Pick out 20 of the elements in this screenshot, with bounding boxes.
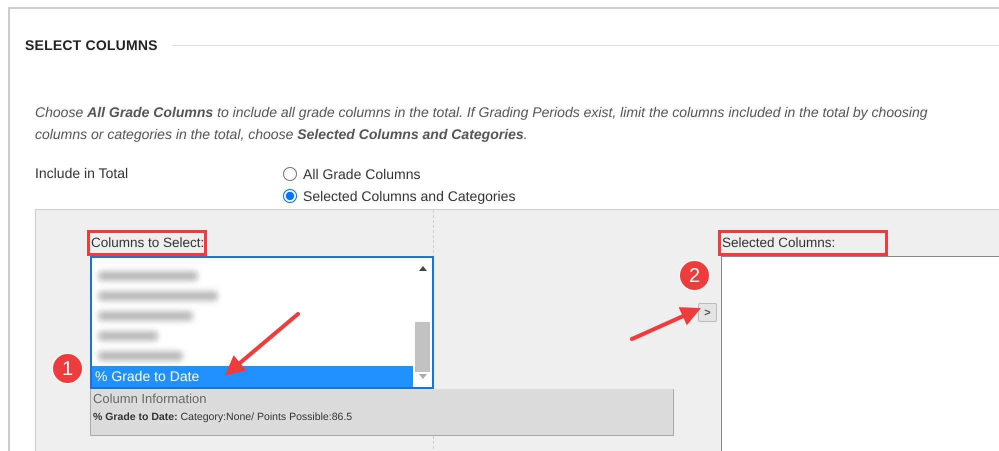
list-label: Columns to Select: [90,233,204,254]
section-title: SELECT COLUMNS [25,36,158,55]
list-label: Selected Columns: [721,233,886,254]
instruction-text: Choose All Grade Columns to include all grade columns in the total. If Grading Periods exist, limit the columns included in the total by choosing [35,103,929,122]
info-title: Column Information [93,391,208,408]
scroll-down-icon[interactable] [418,374,426,380]
blurred-item [98,331,158,342]
radio-label[interactable]: Selected Columns and Categories [303,186,516,206]
list-box[interactable]: % Grade to Date [90,256,434,390]
instruction-text: columns or categories in the total, choose Selected Columns and Categories. [35,125,529,144]
scroll-up-icon[interactable] [418,266,426,272]
list-option[interactable]: % Grade to Date [92,366,413,388]
radio-button[interactable] [283,167,297,181]
radio-label[interactable]: All Grade Columns [303,164,420,184]
move-button[interactable]: > [698,303,717,322]
info-details: % Grade to Date: Category:None/ Points Possible:86.5 [93,410,354,426]
scrollbar-thumb[interactable] [415,322,430,372]
arrow [630,307,701,341]
radio-button[interactable] [283,189,297,203]
field-label: Include in Total [35,165,128,181]
